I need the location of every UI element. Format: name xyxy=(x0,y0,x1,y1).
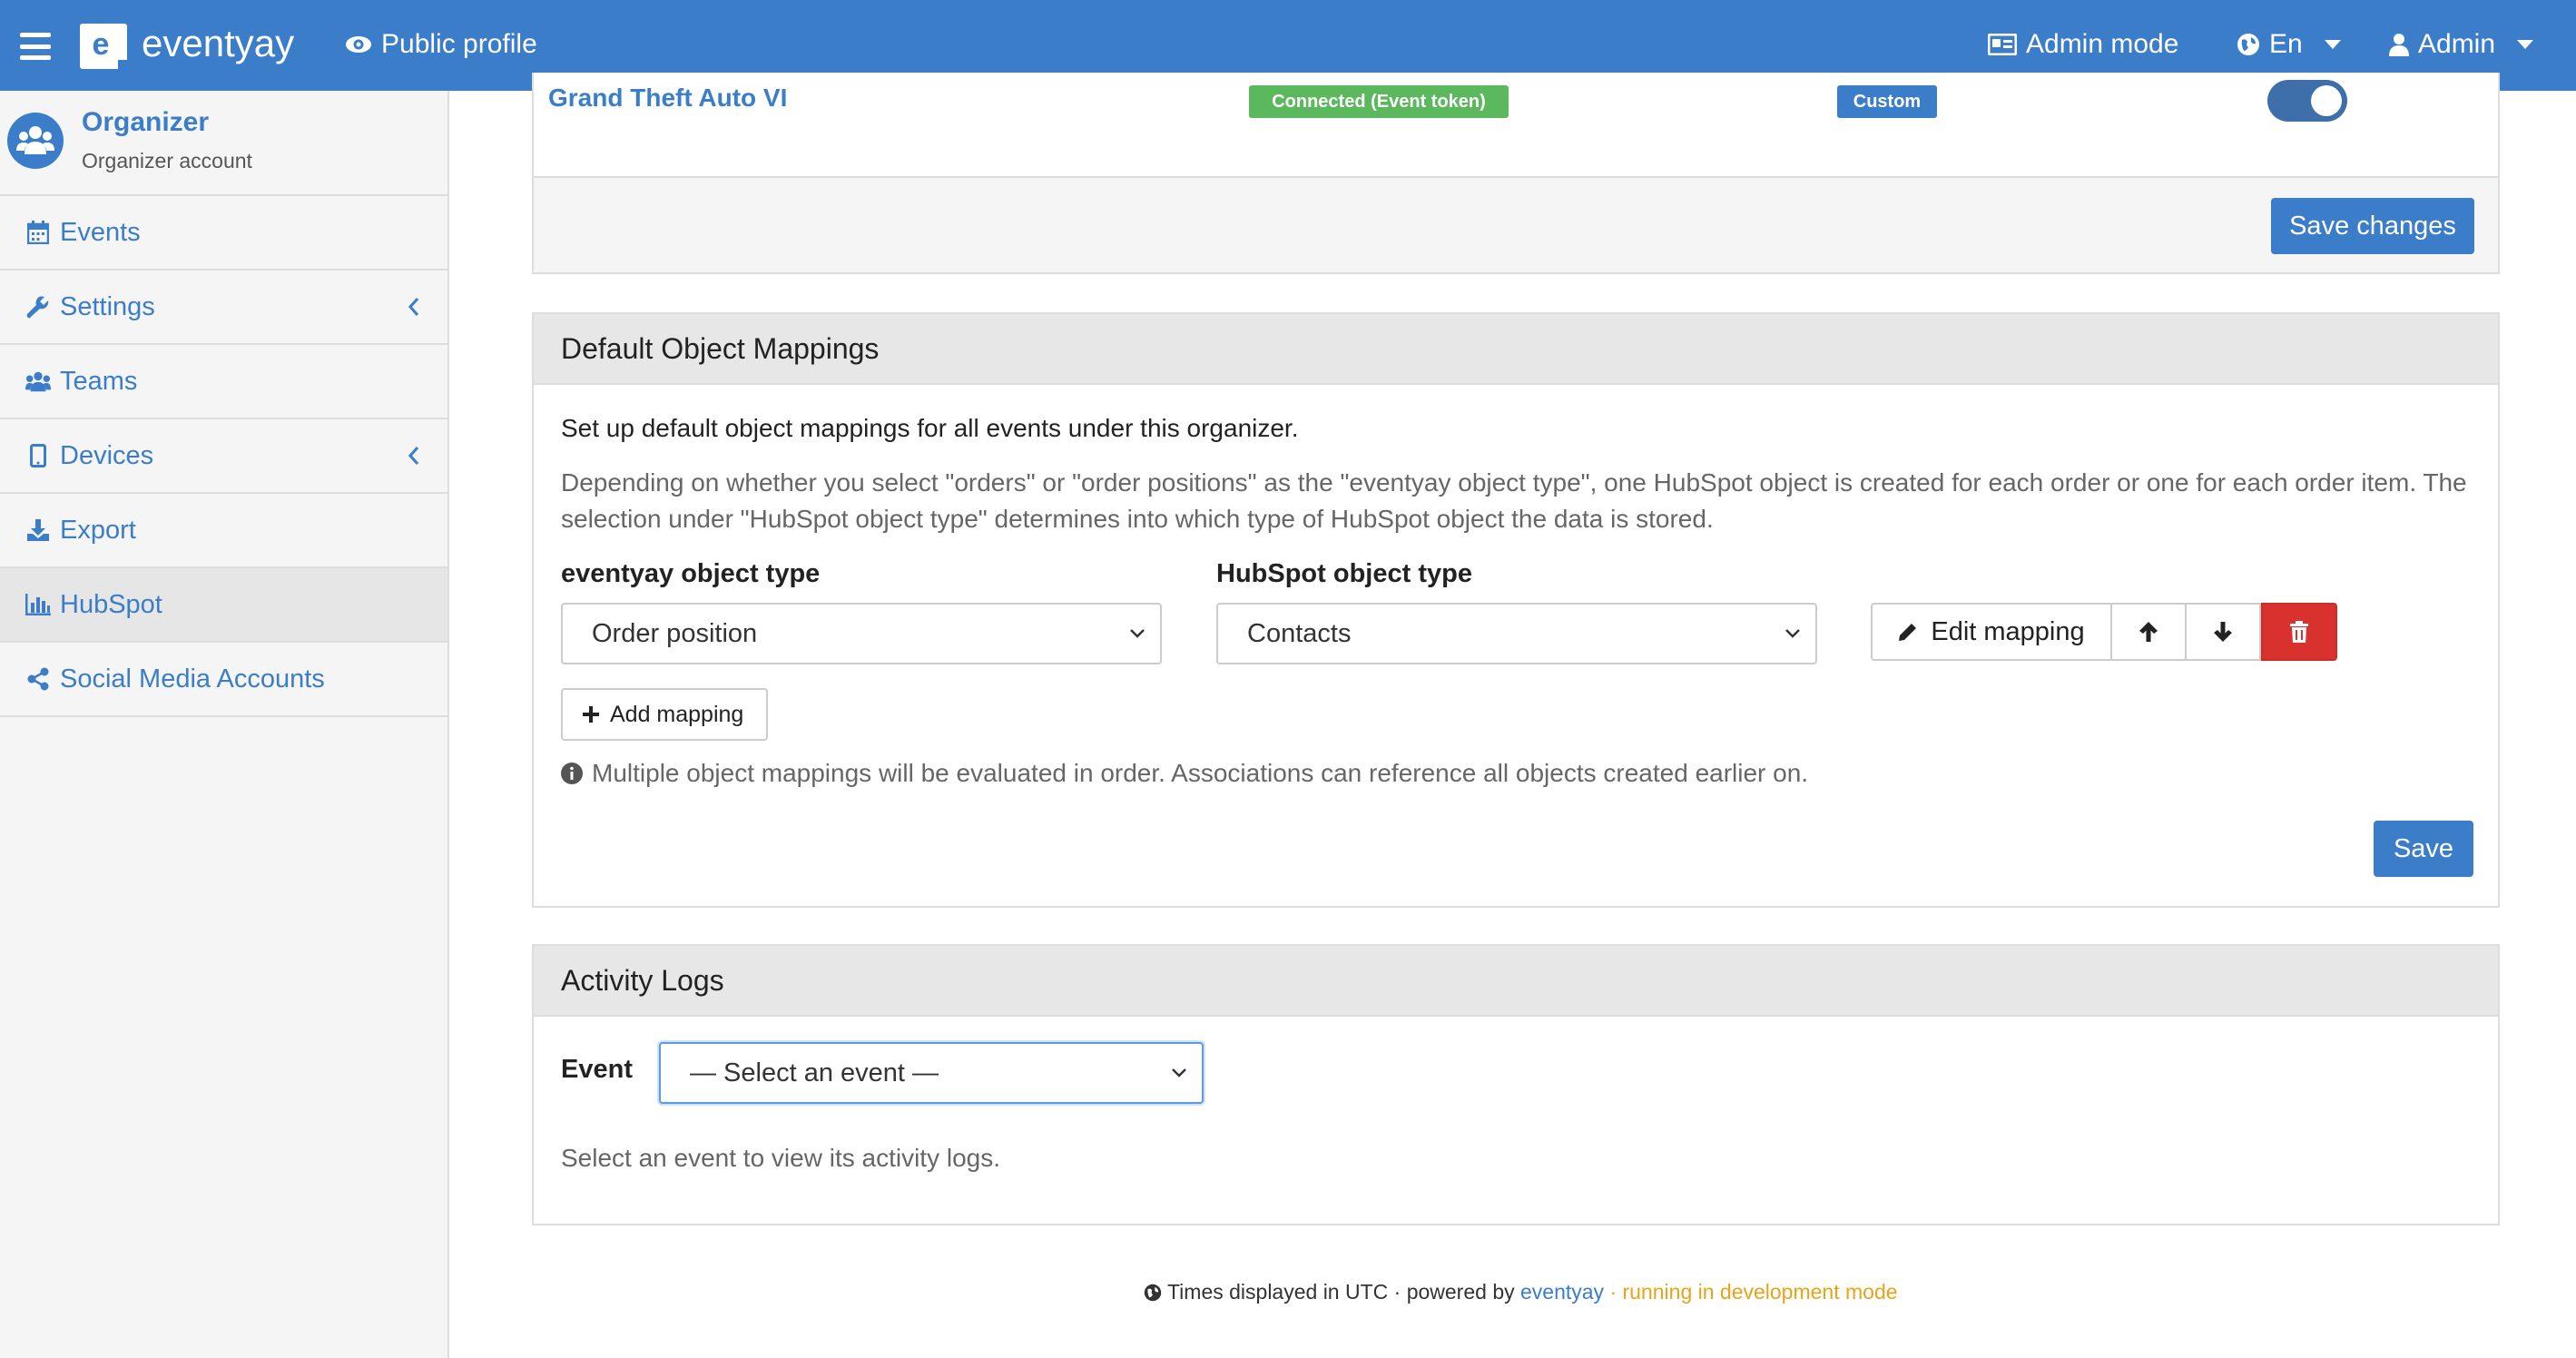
footer-brand-link[interactable]: eventyay xyxy=(1520,1280,1604,1304)
info-circle-icon xyxy=(561,763,583,784)
sidebar-item-label: Social Media Accounts xyxy=(60,664,325,694)
add-mapping-button[interactable]: Add mapping xyxy=(561,688,768,741)
admin-mode-label: Admin mode xyxy=(2026,29,2179,59)
sidebar-item-social-media-accounts[interactable]: Social Media Accounts xyxy=(0,643,447,717)
hubspot-object-type-select[interactable]: Contacts xyxy=(1216,603,1817,664)
calendar-icon xyxy=(25,220,51,245)
public-profile-label: Public profile xyxy=(381,29,537,59)
edit-mapping-button[interactable]: Edit mapping xyxy=(1871,603,2112,661)
sidebar-item-label: Export xyxy=(60,515,136,545)
sidebar-item-label: Teams xyxy=(60,366,138,396)
panel-title: Activity Logs xyxy=(534,946,2498,1017)
organizer-subtitle: Organizer account xyxy=(82,149,252,172)
info-text: Multiple object mappings will be evaluat… xyxy=(592,759,1809,787)
user-menu-dropdown[interactable]: Admin xyxy=(2389,29,2534,60)
chevron-down-icon xyxy=(1172,1068,1186,1078)
event-filter-label: Event xyxy=(561,1055,633,1084)
chevron-down-icon xyxy=(1785,629,1800,638)
globe-icon xyxy=(2237,34,2259,55)
move-down-button[interactable] xyxy=(2187,603,2261,661)
language-label: En xyxy=(2269,29,2303,59)
chevron-left-icon xyxy=(408,298,419,316)
share-icon xyxy=(25,666,51,692)
edit-mapping-label: Edit mapping xyxy=(1931,616,2085,646)
sidebar-item-teams[interactable]: Teams xyxy=(0,345,447,419)
event-name-link[interactable]: Grand Theft Auto VI xyxy=(548,84,787,113)
tablet-icon xyxy=(25,443,51,468)
sidebar-item-events[interactable]: Events xyxy=(0,196,447,271)
pencil-icon xyxy=(1899,622,1918,641)
sidebar-item-label: Devices xyxy=(60,440,154,470)
organizer-header[interactable]: Organizer Organizer account xyxy=(0,91,447,196)
sidebar-item-hubspot[interactable]: HubSpot xyxy=(0,568,447,643)
mappings-help-text: Depending on whether you select "orders"… xyxy=(561,468,2467,533)
events-connection-panel: Grand Theft Auto VI Connected (Event tok… xyxy=(532,73,2500,274)
select-value: Order position xyxy=(592,618,758,648)
sidebar-item-export[interactable]: Export xyxy=(0,494,447,568)
eventyay-object-type-label: eventyay object type xyxy=(561,559,821,588)
plus-icon xyxy=(583,706,599,723)
footer-dev-mode-text: · running in development mode xyxy=(1609,1280,1898,1304)
event-enabled-toggle[interactable] xyxy=(2267,80,2347,122)
mappings-intro-text: Set up default object mappings for all e… xyxy=(561,414,1299,442)
trash-icon xyxy=(2290,621,2308,643)
download-icon xyxy=(25,517,51,543)
chevron-down-icon xyxy=(2517,40,2534,49)
toggle-knob xyxy=(2311,85,2342,116)
event-select[interactable]: — Select an event — xyxy=(659,1042,1204,1104)
panel-footer: Save changes xyxy=(534,176,2498,272)
admin-mode-link[interactable]: Admin mode xyxy=(1988,29,2178,60)
sidebar-item-label: Events xyxy=(60,217,141,247)
save-mappings-button[interactable]: Save xyxy=(2374,821,2473,877)
add-mapping-label: Add mapping xyxy=(610,701,744,727)
page-footer: Times displayed in UTC · powered by even… xyxy=(1144,1280,1898,1304)
bar-chart-icon xyxy=(25,592,51,617)
sidebar-item-label: HubSpot xyxy=(60,589,162,619)
footer-times-text: Times displayed in UTC · powered by xyxy=(1166,1280,1515,1304)
sidebar-item-devices[interactable]: Devices xyxy=(0,419,447,494)
id-card-icon xyxy=(1988,34,2017,55)
mode-badge: Custom xyxy=(1837,85,1937,118)
select-value: Contacts xyxy=(1247,618,1352,648)
sidebar-item-settings[interactable]: Settings xyxy=(0,271,447,345)
move-up-button[interactable] xyxy=(2112,603,2187,661)
user-label: Admin xyxy=(2418,29,2496,59)
activity-logs-hint: Select an event to view its activity log… xyxy=(561,1144,1000,1172)
sidebar: Organizer Organizer account Events Setti… xyxy=(0,91,449,1358)
brand-name[interactable]: eventyay xyxy=(142,22,294,65)
eye-icon xyxy=(346,36,371,53)
chevron-down-icon xyxy=(1130,629,1145,638)
organizer-name[interactable]: Organizer xyxy=(82,107,209,138)
eventyay-logo[interactable] xyxy=(80,24,127,69)
chevron-left-icon xyxy=(408,447,419,465)
language-dropdown[interactable]: En xyxy=(2237,29,2341,60)
hubspot-object-type-label: HubSpot object type xyxy=(1216,559,1472,588)
activity-logs-panel: Activity Logs Event — Select an event — … xyxy=(532,944,2500,1225)
wrench-icon xyxy=(25,294,51,320)
select-value: — Select an event — xyxy=(690,1058,939,1087)
user-icon xyxy=(2389,34,2409,56)
save-changes-button[interactable]: Save changes xyxy=(2271,198,2474,254)
delete-mapping-button[interactable] xyxy=(2261,603,2337,661)
hamburger-menu-icon[interactable] xyxy=(20,33,51,60)
public-profile-link[interactable]: Public profile xyxy=(345,29,537,60)
arrow-up-icon xyxy=(2139,622,2158,642)
mapping-info-note: Multiple object mappings will be evaluat… xyxy=(561,759,1808,788)
connection-status-badge: Connected (Event token) xyxy=(1249,85,1509,118)
eventyay-object-type-select[interactable]: Order position xyxy=(561,603,1162,664)
panel-title: Default Object Mappings xyxy=(534,314,2498,385)
organizer-avatar-icon xyxy=(7,113,64,169)
chevron-down-icon xyxy=(2324,40,2341,49)
mapping-row-actions: Edit mapping xyxy=(1871,603,2337,661)
arrow-down-icon xyxy=(2214,622,2232,642)
users-icon xyxy=(25,369,51,394)
globe-icon xyxy=(1144,1284,1162,1302)
sidebar-item-label: Settings xyxy=(60,291,155,321)
